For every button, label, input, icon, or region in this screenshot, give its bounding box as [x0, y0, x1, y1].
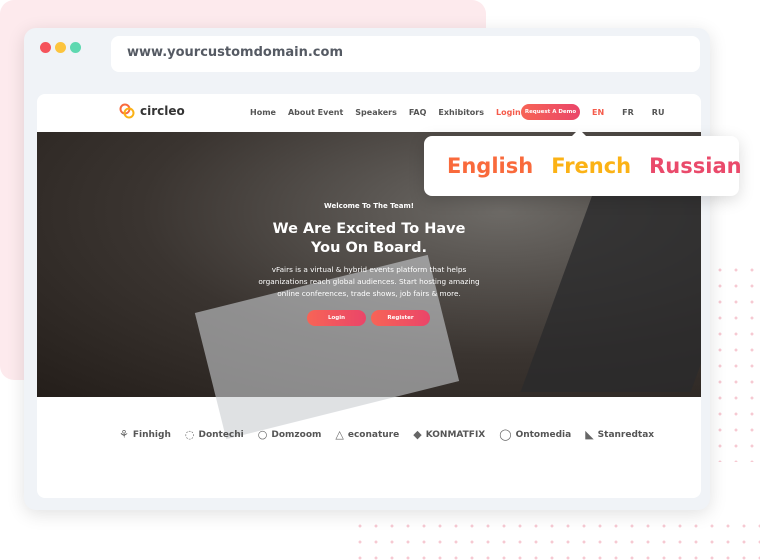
brand-econature: △ econature [335, 428, 399, 441]
brand-dontechi: ◌ Dontechi [185, 428, 244, 441]
brand-name: Dontechi [198, 429, 244, 440]
nav-home[interactable]: Home [250, 108, 276, 117]
stanredtax-logo-icon: ◣ [585, 428, 594, 441]
site-nav: circleo Home About Event Speakers FAQ Ex… [37, 94, 701, 132]
logo-text: circleo [140, 104, 185, 118]
hero-desc-line2: organizations reach global audiences. St… [258, 277, 480, 286]
brand-finhigh: ⚘ Finhigh [119, 428, 171, 441]
brand-konmatfix: ◆ KONMATFIX [413, 428, 485, 441]
maximize-dot-icon[interactable] [70, 42, 81, 53]
brand-ontomedia: ◯ Ontomedia [499, 428, 571, 441]
site-logo[interactable]: circleo [119, 103, 185, 119]
brand-domzoom: ○ Domzoom [258, 428, 322, 441]
nav-login[interactable]: Login [496, 108, 521, 117]
minimize-dot-icon[interactable] [55, 42, 66, 53]
brand-stanredtax: ◣ Stanredtax [585, 428, 654, 441]
nav-faq[interactable]: FAQ [409, 108, 427, 117]
nav-exhibitors[interactable]: Exhibitors [438, 108, 484, 117]
close-dot-icon[interactable] [40, 42, 51, 53]
language-russian[interactable]: Russian [649, 154, 741, 178]
circleo-logo-icon [119, 103, 135, 119]
hero-eyebrow: Welcome To The Team! [324, 202, 414, 210]
browser-window: www.yourcustomdomain.com circleo Home Ab… [24, 28, 710, 510]
brand-name: Stanredtax [597, 429, 655, 440]
konmatfix-logo-icon: ◆ [413, 428, 422, 441]
hero-login-button[interactable]: Login [307, 310, 366, 326]
hero-title-line1: We Are Excited To Have [272, 221, 466, 237]
language-english[interactable]: English [447, 154, 533, 178]
finhigh-logo-icon: ⚘ [119, 428, 129, 441]
brand-name: Domzoom [271, 429, 322, 440]
dot-pattern [352, 518, 760, 560]
brand-name: Ontomedia [515, 429, 572, 440]
lang-ru[interactable]: RU [652, 108, 665, 117]
domzoom-logo-icon: ○ [257, 428, 268, 441]
partner-logos: ⚘ Finhigh ◌ Dontechi ○ Domzoom △ econature ◆… [119, 428, 654, 441]
brand-name: KONMATFIX [425, 429, 486, 440]
ontomedia-logo-icon: ◯ [499, 428, 512, 441]
hero-desc-line3: online conferences, trade shows, job fai… [277, 289, 461, 298]
hero-register-button[interactable]: Register [371, 310, 430, 326]
lang-en[interactable]: EN [592, 108, 604, 117]
dontechi-logo-icon: ◌ [184, 428, 195, 441]
language-popup: English French Russian [424, 129, 742, 196]
lang-fr[interactable]: FR [622, 108, 634, 117]
brand-name: Finhigh [132, 429, 171, 440]
brand-name: econature [347, 429, 400, 440]
hero-desc-line1: vFairs is a virtual & hybrid events plat… [271, 265, 467, 274]
nav-speakers[interactable]: Speakers [355, 108, 397, 117]
nav-about-event[interactable]: About Event [288, 108, 343, 117]
dot-pattern [712, 262, 760, 462]
request-demo-button[interactable]: Request A Demo [521, 104, 580, 120]
econature-logo-icon: △ [335, 428, 344, 441]
hero-title-line2: You On Board. [310, 240, 428, 256]
language-french[interactable]: French [551, 154, 631, 178]
url-bar[interactable]: www.yourcustomdomain.com [111, 36, 700, 72]
